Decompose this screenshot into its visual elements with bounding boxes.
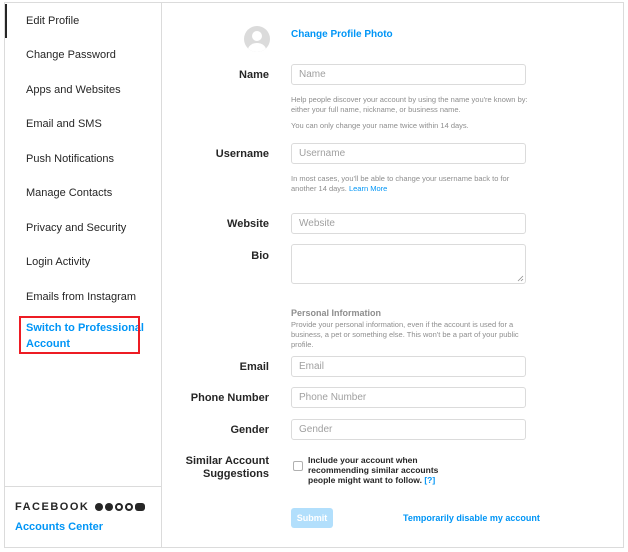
sidebar-item-label: Apps and Websites — [26, 84, 121, 96]
sidebar-item-label: Login Activity — [26, 256, 91, 268]
name-change-limit-text: You can only change your name twice with… — [291, 121, 469, 130]
username-help-body: In most cases, you'll be able to change … — [291, 174, 510, 193]
sidebar-item-label: Emails from Instagram — [26, 291, 137, 303]
facebook-wordmark: FACEBOOK — [15, 501, 90, 513]
email-input[interactable] — [291, 356, 526, 377]
phone-number-label: Phone Number — [190, 392, 269, 404]
gender-label: Gender — [230, 424, 269, 436]
switch-professional-line1: Switch to Professional — [26, 322, 144, 334]
username-help-text: In most cases, you'll be able to change … — [291, 174, 526, 194]
similar-account-suggestions-label: Similar Account Suggestions — [186, 455, 269, 481]
username-input[interactable] — [291, 143, 526, 164]
temporarily-disable-account-link[interactable]: Temporarily disable my account — [403, 513, 540, 523]
sidebar-item-label: Manage Contacts — [26, 187, 113, 199]
name-input[interactable] — [291, 64, 526, 85]
change-profile-photo-link[interactable]: Change Profile Photo — [291, 29, 393, 40]
facebook-brand-row: FACEBOOK — [15, 501, 147, 513]
gender-input[interactable] — [291, 419, 526, 440]
sidebar-item-change-password[interactable]: Change Password — [5, 38, 161, 72]
sidebar-item-switch-to-professional[interactable]: Switch to Professional Account — [5, 319, 161, 353]
sidebar-item-label: Change Password — [26, 49, 116, 61]
sidebar-item-edit-profile[interactable]: Edit Profile — [5, 4, 161, 38]
switch-professional-line2: Account — [26, 338, 70, 350]
name-label: Name — [239, 69, 269, 81]
similar-label-line2: Suggestions — [202, 468, 269, 480]
whatsapp-icon — [125, 503, 134, 511]
website-input[interactable] — [291, 213, 526, 234]
facebook-icon — [95, 503, 104, 511]
similar-account-help-link[interactable]: [?] — [424, 475, 435, 485]
sidebar-item-emails-from-instagram[interactable]: Emails from Instagram — [5, 280, 161, 314]
oculus-icon — [135, 503, 146, 511]
sidebar-item-manage-contacts[interactable]: Manage Contacts — [5, 176, 161, 210]
sidebar-item-apps-and-websites[interactable]: Apps and Websites — [5, 73, 161, 107]
sidebar-item-label: Privacy and Security — [26, 222, 127, 234]
settings-sidebar: Edit Profile Change Password Apps and We… — [5, 3, 162, 547]
accounts-center-link[interactable]: Accounts Center — [15, 521, 103, 533]
similar-account-description: Include your account when recommending s… — [308, 455, 439, 485]
sidebar-item-label: Push Notifications — [26, 153, 115, 165]
email-label: Email — [239, 361, 269, 373]
learn-more-link[interactable]: Learn More — [349, 184, 387, 193]
sidebar-item-push-notifications[interactable]: Push Notifications — [5, 142, 161, 176]
similar-label-line1: Similar Account — [185, 455, 269, 467]
instagram-icon — [115, 503, 124, 511]
sidebar-item-label: Edit Profile — [26, 15, 80, 27]
sidebar-item-email-and-sms[interactable]: Email and SMS — [5, 107, 161, 141]
similar-account-suggestions-text: Include your account when recommending s… — [308, 455, 458, 485]
meta-app-icons — [95, 503, 147, 511]
phone-number-input[interactable] — [291, 387, 526, 408]
personal-information-help: Provide your personal information, even … — [291, 320, 519, 349]
bio-textarea[interactable] — [291, 244, 526, 284]
personal-information-heading: Personal Information — [291, 308, 382, 318]
sidebar-item-privacy-and-security[interactable]: Privacy and Security — [5, 211, 161, 245]
name-help-text: Help people discover your account by usi… — [291, 95, 528, 114]
edit-profile-form: Change Profile Photo Name Help people di… — [162, 3, 624, 547]
bio-label: Bio — [251, 250, 269, 262]
sidebar-footer: FACEBOOK Accounts Center — [5, 486, 161, 547]
website-label: Website — [227, 218, 269, 230]
sidebar-item-login-activity[interactable]: Login Activity — [5, 245, 161, 279]
username-label: Username — [215, 148, 269, 160]
sidebar-item-label: Email and SMS — [26, 118, 102, 130]
avatar-body-shape — [248, 43, 266, 52]
avatar[interactable] — [244, 26, 270, 52]
submit-button[interactable]: Submit — [291, 508, 333, 528]
similar-account-suggestions-checkbox[interactable] — [293, 461, 303, 471]
messenger-icon — [105, 503, 114, 511]
settings-window: Edit Profile Change Password Apps and We… — [4, 2, 624, 548]
avatar-head-shape — [252, 31, 262, 41]
